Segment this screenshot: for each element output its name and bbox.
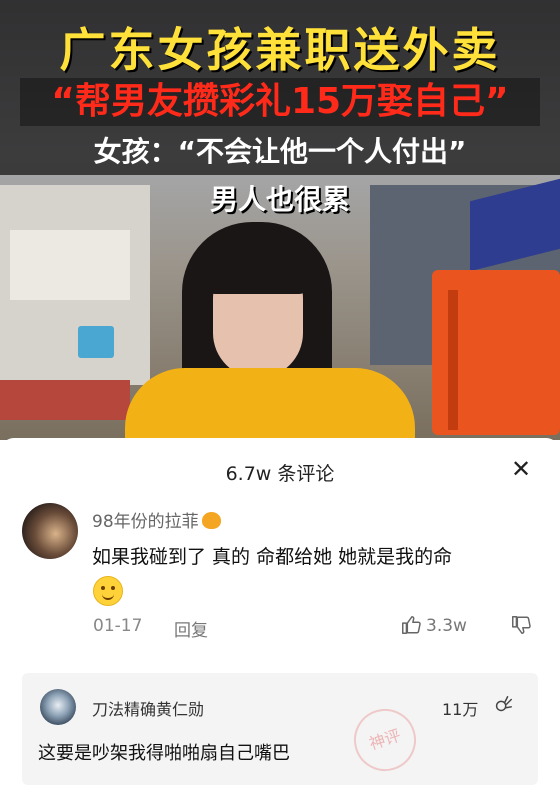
video-quote: 女孩：“不会让他一个人付出” — [93, 135, 467, 168]
reply-username[interactable]: 刀法精确黄仁勋 — [92, 696, 204, 720]
comment-username-text: 98年份的拉菲 — [92, 512, 199, 532]
video-subheadline: “帮男友攒彩礼15万娶自己” — [20, 78, 540, 126]
comments-count-title: 6.7w 条评论 — [225, 463, 335, 485]
comment-username[interactable]: 98年份的拉菲 — [92, 507, 221, 532]
reply-card[interactable]: 刀法精确黄仁勋 11万 神评 这要是吵架我得啪啪扇自己嘴巴 — [22, 673, 538, 785]
scene-cabinet — [10, 230, 130, 300]
reply-button[interactable]: 回复 — [174, 616, 208, 641]
reply-text: 这要是吵架我得啪啪扇自己嘴巴 — [38, 743, 290, 764]
smile-emoji-icon — [93, 576, 123, 606]
girl-jacket — [125, 368, 415, 440]
thumbs-down-icon[interactable] — [510, 614, 532, 636]
tiger-icon — [201, 512, 221, 529]
delivery-box-strap — [448, 290, 458, 430]
scene-bucket — [78, 326, 114, 358]
video-quote-line2: 男人也很累 — [209, 183, 350, 216]
avatar[interactable] — [22, 503, 78, 559]
avatar[interactable] — [40, 689, 76, 725]
like-count: 3.3w — [426, 616, 467, 636]
ok-hand-icon[interactable] — [492, 694, 514, 716]
comment-text: 如果我碰到了 真的 命都给她 她就是我的命 — [92, 546, 453, 568]
reply-like-count: 11万 — [442, 700, 479, 719]
close-icon[interactable]: ✕ — [506, 454, 536, 484]
featured-stamp: 神评 — [345, 700, 425, 780]
comment-date: 01-17 — [93, 616, 143, 636]
thumbs-up-icon[interactable] — [400, 614, 422, 636]
video-frame[interactable]: 广东女孩兼职送外卖 “帮男友攒彩礼15万娶自己” 女孩：“不会让他一个人付出” … — [0, 0, 560, 440]
comments-sheet: 6.7w 条评论 ✕ 98年份的拉菲 如果我碰到了 真的 命都给她 她就是我的命… — [0, 438, 560, 800]
video-headline: 广东女孩兼职送外卖 — [59, 23, 501, 77]
scene-mat — [0, 380, 130, 420]
